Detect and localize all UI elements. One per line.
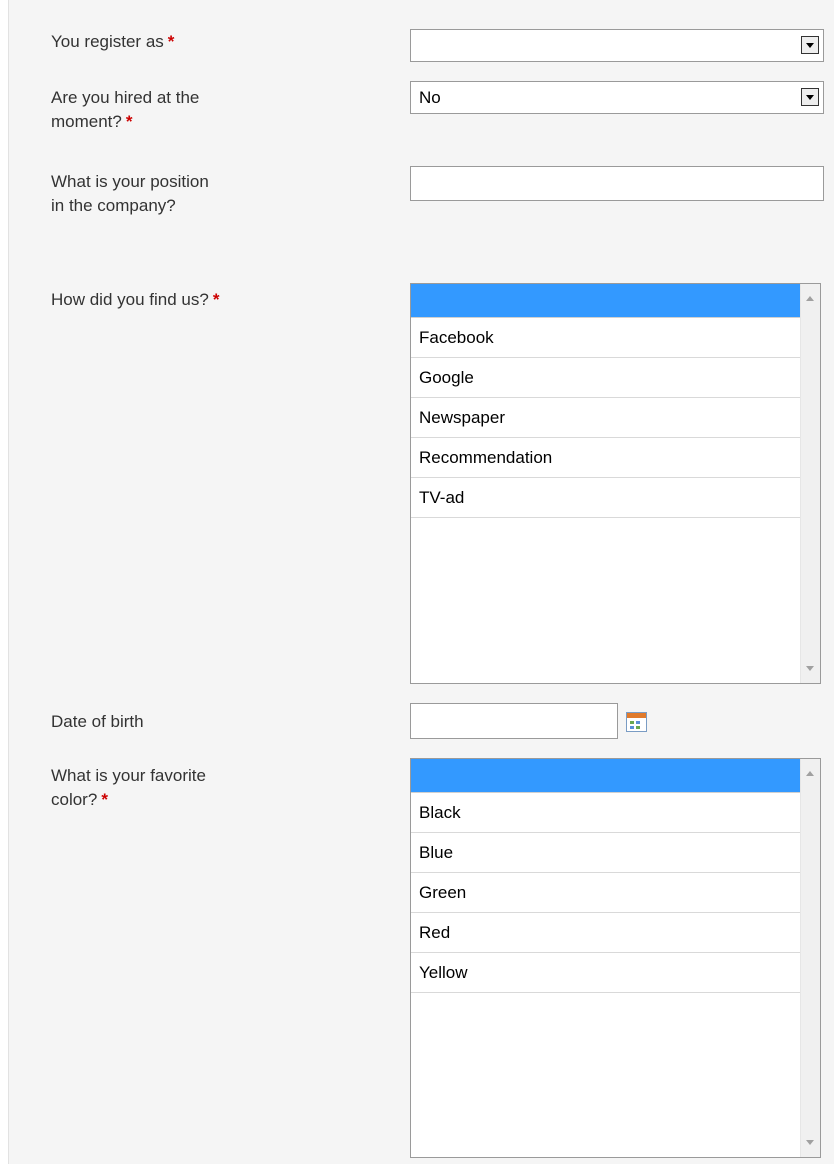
dob-label: Date of birth — [51, 710, 226, 734]
scroll-up-icon[interactable] — [806, 771, 814, 776]
calendar-icon-header — [627, 713, 646, 718]
find-us-label-text: How did you find us? — [51, 290, 209, 309]
hired-select[interactable]: No — [410, 81, 824, 114]
color-option[interactable]: Red — [411, 913, 800, 953]
position-label: What is your position in the company? — [51, 170, 226, 218]
form-panel: You register as * Are you hired at the mo… — [8, 0, 834, 1164]
dob-label-text: Date of birth — [51, 712, 144, 731]
color-scrollbar[interactable] — [800, 759, 820, 1157]
scroll-down-icon[interactable] — [806, 666, 814, 671]
register-as-select[interactable] — [410, 29, 824, 62]
required-mark: * — [167, 32, 175, 51]
hired-label: Are you hired at the moment? * — [51, 86, 226, 134]
find-us-option[interactable]: Facebook — [411, 318, 800, 358]
color-option[interactable]: Blue — [411, 833, 800, 873]
find-us-option[interactable] — [411, 284, 800, 318]
color-options: Black Blue Green Red Yellow — [411, 759, 800, 1157]
required-mark: * — [212, 290, 220, 309]
register-as-label: You register as * — [51, 30, 226, 54]
calendar-icon-cell — [630, 726, 634, 729]
calendar-icon-cell — [636, 726, 640, 729]
find-us-option[interactable]: Newspaper — [411, 398, 800, 438]
find-us-option[interactable]: Google — [411, 358, 800, 398]
color-label-text: What is your favorite color? — [51, 766, 206, 809]
find-us-scrollbar[interactable] — [800, 284, 820, 683]
color-option[interactable]: Black — [411, 793, 800, 833]
calendar-icon[interactable] — [626, 712, 647, 732]
hired-value: No — [419, 88, 441, 107]
find-us-option[interactable]: Recommendation — [411, 438, 800, 478]
calendar-icon-cell — [630, 721, 634, 724]
color-label: What is your favorite color? * — [51, 764, 226, 812]
position-label-text: What is your position in the company? — [51, 172, 209, 215]
required-mark: * — [125, 112, 133, 131]
calendar-icon-cell — [636, 721, 640, 724]
color-option[interactable] — [411, 759, 800, 793]
scroll-down-icon[interactable] — [806, 1140, 814, 1145]
position-input[interactable] — [410, 166, 824, 201]
color-listbox[interactable]: Black Blue Green Red Yellow — [410, 758, 821, 1158]
dob-input[interactable] — [410, 703, 618, 739]
register-as-label-text: You register as — [51, 32, 164, 51]
chevron-down-icon[interactable] — [801, 36, 819, 54]
find-us-options: Facebook Google Newspaper Recommendation… — [411, 284, 800, 683]
color-option[interactable]: Yellow — [411, 953, 800, 993]
find-us-label: How did you find us? * — [51, 288, 226, 312]
chevron-down-icon[interactable] — [801, 88, 819, 106]
scroll-up-icon[interactable] — [806, 296, 814, 301]
find-us-listbox[interactable]: Facebook Google Newspaper Recommendation… — [410, 283, 821, 684]
color-option[interactable]: Green — [411, 873, 800, 913]
required-mark: * — [101, 790, 108, 809]
find-us-option[interactable]: TV-ad — [411, 478, 800, 518]
